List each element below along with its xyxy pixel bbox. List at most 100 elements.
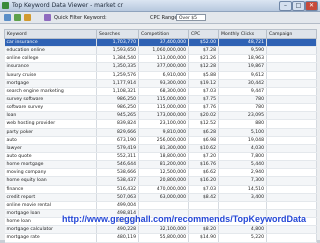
cpc-range-select[interactable]: Over $5 [176,14,206,21]
campaign-cell [266,152,317,162]
keyword-cell: online movie rental [4,201,97,210]
cpc-cell: $6.98 [188,136,219,145]
maximize-button[interactable]: □ [292,1,305,11]
keyword-cell: mortgage [4,79,97,88]
keyword-cell: loan [4,111,97,121]
table-row[interactable]: luxury cruise 1,259,576 6,910,000 $5.88 9,61… [4,71,317,80]
app-window: Top Keyword Data Viewer - market cr – □ … [0,0,320,243]
table-row[interactable]: insurance 1,350,335 377,000,000 $12.28 19,86… [4,62,317,72]
monthly-clicks-cell: 4,030 [218,144,267,153]
competition-cell: 68,300,000 [138,87,189,96]
column-header-cpc[interactable]: CPC [188,29,219,39]
minimize-button[interactable]: – [279,1,292,11]
competition-cell: 470,000,000 [138,185,189,194]
searches-cell: 507,063 [96,193,139,202]
monthly-clicks-cell: 14,510 [218,185,267,194]
table-row[interactable]: lawyer 579,419 81,300,000 $10.62 4,030 [4,144,317,153]
column-header-monthly-clicks[interactable]: Monthly Clicks [218,29,267,39]
competition-cell: 18,800,000 [138,152,189,162]
monthly-clicks-cell: 30,442 [218,79,267,88]
competition-cell: 115,000,000 [138,95,189,105]
cpc-cell: $7.03 [188,185,219,194]
keyword-cell: mortgage calculator [4,225,97,235]
keyword-cell: education online [4,46,97,56]
table-row[interactable]: online movie rental 499,004 [4,201,317,210]
campaign-cell [266,71,317,80]
campaign-cell [266,193,317,202]
export-icon[interactable] [24,14,31,21]
title-bar[interactable]: Top Keyword Data Viewer - market cr – □ … [0,0,320,12]
campaign-cell [266,95,317,105]
column-header-searches[interactable]: Searches [96,29,139,39]
monthly-clicks-cell: 19,048 [218,136,267,145]
searches-cell: 1,593,650 [96,46,139,56]
table-row[interactable]: home equity loan 538,437 20,800,000 $16.20 7… [4,176,317,186]
competition-cell: 23,100,000 [138,119,189,129]
monthly-clicks-cell: 48,721 [218,38,267,48]
monthly-clicks-cell: 4,800 [218,225,267,235]
searches-cell: 490,228 [96,225,139,235]
table-row[interactable]: mortgage 1,177,914 93,300,000 $19.12 30,442 [4,79,317,88]
searches-cell: 538,437 [96,176,139,186]
competition-cell: 9,810,000 [138,128,189,137]
table-row[interactable]: party poker 829,666 9,810,000 $6.28 5,100 [4,128,317,137]
table-row[interactable]: loan 945,265 173,000,000 $20.02 23,095 [4,111,317,121]
table-row[interactable]: survey software 986,250 115,000,000 $7.75 78… [4,95,317,105]
table-row[interactable]: web hosting provider 839,824 23,100,000 $12… [4,119,317,129]
searches-cell: 499,004 [96,201,139,210]
column-header-campaign[interactable]: Campaign [266,29,317,39]
campaign-cell [266,46,317,56]
campaign-cell [266,185,317,194]
campaign-cell [266,201,317,210]
table-row[interactable]: finance 516,432 470,000,000 $7.03 14,510 [4,185,317,194]
campaign-cell [266,54,317,64]
table-row[interactable]: software survey 986,250 115,000,000 $7.76 78… [4,103,317,113]
cpc-cell: $7.20 [188,152,219,162]
maximize-icon: □ [295,2,302,9]
save-icon[interactable] [14,14,21,21]
keyword-table: Keyword Searches Competition CPC Monthly… [4,29,317,243]
keyword-cell: software survey [4,103,97,113]
keyword-cell: lawyer [4,144,97,153]
monthly-clicks-cell: 23,095 [218,111,267,121]
table-row[interactable]: auto quote 552,311 18,800,000 $7.20 7,800 [4,152,317,162]
open-icon[interactable] [4,14,11,21]
table-row[interactable]: credit report 507,063 63,000,000 $8.42 3,400 [4,193,317,202]
competition-cell: 93,300,000 [138,79,189,88]
app-icon [2,2,9,9]
competition-cell: 63,000,000 [138,193,189,202]
table-row[interactable]: education online 1,593,650 1,060,000,000 $7… [4,46,317,56]
table-row[interactable]: car insurance 1,703,770 37,400,000 $52.00 48… [4,38,317,48]
table-row[interactable]: mortgage rate 480,119 55,800,000 $14.90 5,22… [4,233,317,243]
table-row[interactable]: auto 673,190 256,000,000 $6.98 19,048 [4,136,317,145]
monthly-clicks-cell: 19,867 [218,62,267,72]
searches-cell: 1,177,914 [96,79,139,88]
table-row[interactable]: mortgage calculator 490,228 32,100,000 $8.2… [4,225,317,235]
keyword-cell: web hosting provider [4,119,97,129]
cpc-cell: $14.90 [188,233,219,243]
table-row[interactable]: moving company 538,666 12,500,000 $6.62 2,94… [4,168,317,178]
keyword-cell: survey software [4,95,97,105]
close-button[interactable]: ✕ [305,1,318,11]
competition-cell: 81,200,000 [138,160,189,170]
table-row[interactable]: online college 1,384,540 113,000,000 $21.26… [4,54,317,64]
monthly-clicks-cell: 9,590 [218,46,267,56]
table-header-row: Keyword Searches Competition CPC Monthly… [4,29,317,39]
competition-cell: 1,060,000,000 [138,46,189,56]
table-row[interactable]: home mortgage 546,644 81,200,000 $16.76 5,44… [4,160,317,170]
column-header-competition[interactable]: Competition [138,29,189,39]
campaign-cell [266,62,317,72]
competition-cell: 377,000,000 [138,62,189,72]
filter-icon[interactable] [44,14,51,21]
campaign-cell [266,79,317,88]
column-header-keyword[interactable]: Keyword [4,29,97,39]
searches-cell: 579,419 [96,144,139,153]
cpc-cell: $7.75 [188,95,219,105]
cpc-cell: $6.28 [188,128,219,137]
keyword-cell: search engine marketing [4,87,97,96]
monthly-clicks-cell: 9,612 [218,71,267,80]
table-row[interactable]: search engine marketing 1,108,321 68,300,0… [4,87,317,96]
monthly-clicks-cell: 7,300 [218,176,267,186]
cpc-cell: $16.76 [188,160,219,170]
minimize-icon: – [284,2,287,9]
